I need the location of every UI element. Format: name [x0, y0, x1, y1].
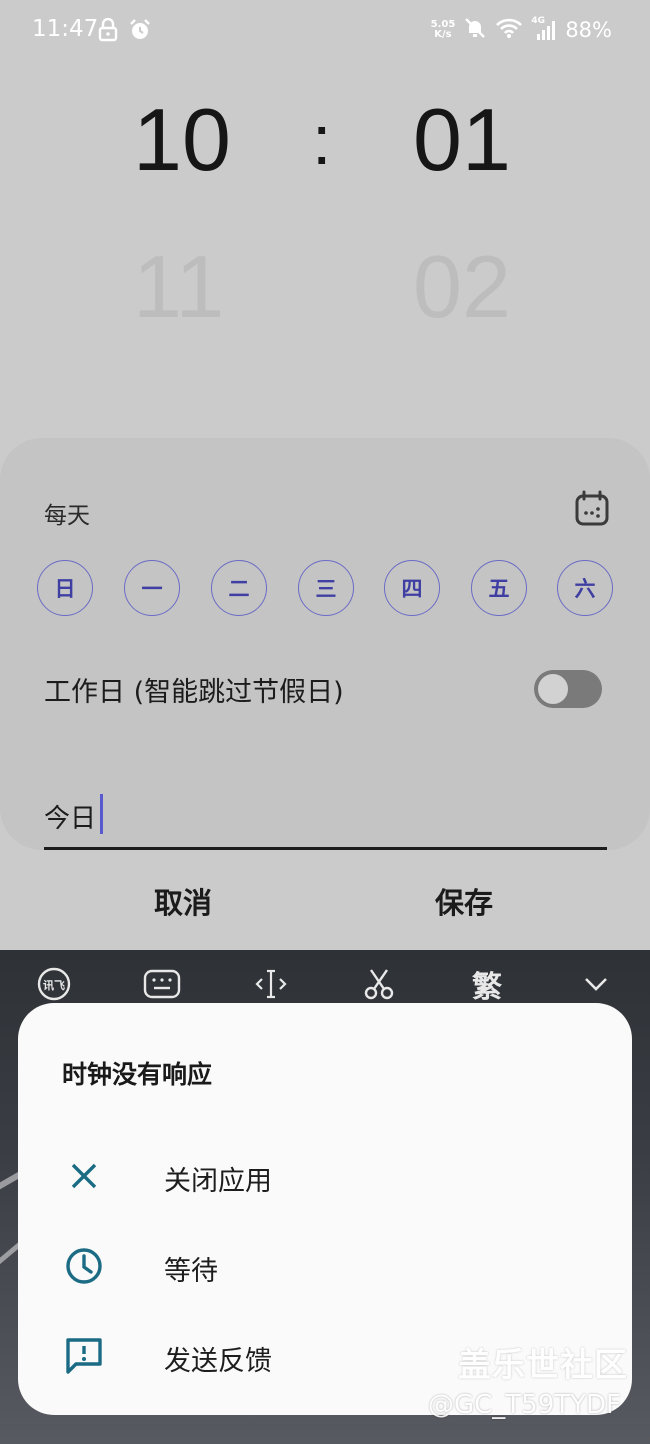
net-speed-unit: K/s: [434, 29, 452, 40]
scissors-icon[interactable]: [357, 962, 401, 1006]
day-tuesday[interactable]: 二: [211, 560, 267, 616]
time-separator: :: [312, 101, 332, 179]
chevron-down-icon[interactable]: [574, 962, 618, 1006]
wait-option[interactable]: 等待: [18, 1231, 632, 1301]
workday-label: 工作日 (智能跳过节假日): [44, 677, 344, 708]
lock-icon: [98, 17, 118, 46]
cursor-move-icon[interactable]: [249, 962, 293, 1006]
day-friday[interactable]: 五: [471, 560, 527, 616]
alarm-name-input[interactable]: 今日: [44, 794, 607, 850]
time-picker-next-row[interactable]: 11 02: [0, 237, 650, 337]
network-speed: 5.05 K/s: [431, 20, 456, 40]
close-app-option[interactable]: 关闭应用: [18, 1141, 632, 1211]
day-sunday[interactable]: 日: [37, 560, 93, 616]
hour-next-value[interactable]: 11: [133, 237, 224, 337]
alarm-settings-card: 每天 日 一 二 三 四 五 六 工作日 (智能跳过节假日) 今日: [0, 438, 650, 850]
battery-level: 88%: [565, 18, 612, 42]
close-icon: [62, 1154, 106, 1198]
status-time: 11:47: [32, 16, 99, 42]
wifi-icon: [495, 16, 523, 44]
workday-toggle[interactable]: [534, 670, 602, 708]
feedback-icon: [62, 1334, 106, 1378]
hour-value[interactable]: 10: [133, 90, 231, 190]
status-bar: 11:47 5.05 K/s 4G 88%: [0, 0, 650, 62]
day-thursday[interactable]: 四: [384, 560, 440, 616]
alarm-icon: [128, 18, 152, 46]
mute-icon: [463, 16, 487, 44]
weekday-selector: 日 一 二 三 四 五 六: [37, 560, 617, 616]
dialog-title: 时钟没有响应: [62, 1060, 213, 1089]
status-right-group: 5.05 K/s 4G 88%: [431, 16, 612, 44]
status-left-icons: [98, 17, 152, 46]
minute-value[interactable]: 01: [413, 90, 511, 190]
close-app-label: 关闭应用: [164, 1166, 272, 1197]
save-button[interactable]: 保存: [435, 880, 493, 922]
repeat-label: 每天: [44, 503, 90, 529]
calendar-icon[interactable]: [572, 488, 612, 528]
voice-input-icon[interactable]: 讯飞: [32, 962, 76, 1006]
watermark-user: @GC_T59TYDF: [428, 1390, 622, 1420]
keyboard-icon[interactable]: [140, 962, 184, 1006]
day-monday[interactable]: 一: [124, 560, 180, 616]
traditional-chinese-toggle[interactable]: 繁: [465, 962, 509, 1006]
toggle-knob: [536, 672, 570, 706]
wait-label: 等待: [164, 1256, 218, 1287]
clock-icon: [62, 1244, 106, 1288]
watermark-brand: 盖乐世社区: [458, 1345, 628, 1384]
minute-next-value[interactable]: 02: [413, 237, 511, 337]
day-wednesday[interactable]: 三: [298, 560, 354, 616]
time-picker-selected-row[interactable]: 10 : 01: [0, 90, 650, 190]
send-feedback-label: 发送反馈: [164, 1346, 272, 1377]
alarm-name-value: 今日: [44, 804, 97, 834]
day-saturday[interactable]: 六: [557, 560, 613, 616]
text-cursor: [100, 794, 103, 834]
cancel-button[interactable]: 取消: [154, 880, 212, 922]
svg-text:讯飞: 讯飞: [43, 979, 65, 992]
signal-icon: 4G: [531, 16, 557, 42]
